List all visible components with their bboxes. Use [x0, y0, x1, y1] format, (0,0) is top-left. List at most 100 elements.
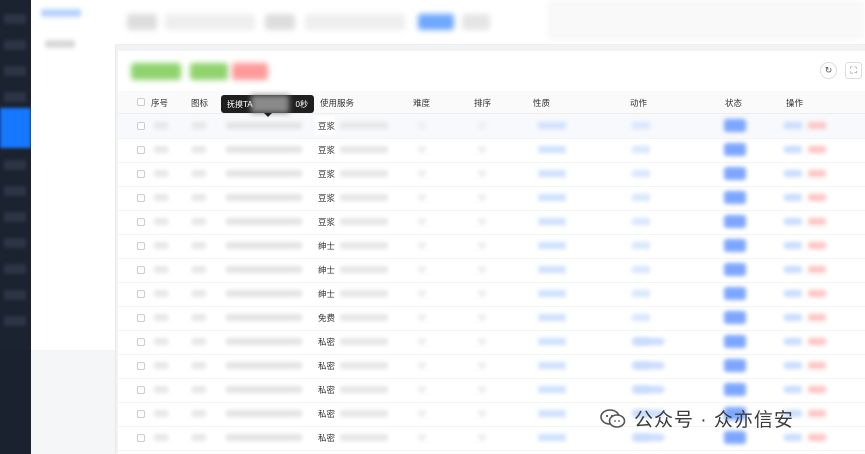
row-delete-link[interactable] — [808, 410, 826, 417]
table-row[interactable]: 豆浆 — [118, 138, 865, 163]
table-row[interactable]: 豆浆 — [118, 210, 865, 235]
reset-button[interactable] — [462, 14, 490, 30]
row-edit-link[interactable] — [784, 290, 802, 297]
row-checkbox[interactable] — [137, 434, 145, 442]
row-edit-link[interactable] — [784, 122, 802, 129]
row-checkbox[interactable] — [137, 122, 145, 130]
row-checkbox[interactable] — [137, 410, 145, 418]
nav-item[interactable] — [4, 264, 26, 274]
row-status[interactable] — [724, 239, 746, 252]
row-checkbox[interactable] — [137, 362, 145, 370]
row-edit-link[interactable] — [784, 242, 802, 249]
select-all-checkbox[interactable] — [137, 98, 145, 106]
table-row[interactable]: 绅士 — [118, 282, 865, 307]
delete-button[interactable] — [232, 63, 268, 80]
fullscreen-icon[interactable]: ⛶ — [845, 62, 862, 79]
add-button[interactable] — [131, 63, 181, 80]
row-nature — [538, 170, 566, 177]
col-service[interactable]: 使用服务 — [320, 97, 354, 109]
row-checkbox[interactable] — [137, 218, 145, 226]
table-row[interactable]: 私密 — [118, 354, 865, 379]
row-delete-link[interactable] — [808, 362, 826, 369]
sub-sidebar-item[interactable] — [45, 40, 75, 48]
row-delete-link[interactable] — [808, 170, 826, 177]
row-delete-link[interactable] — [808, 146, 826, 153]
row-checkbox[interactable] — [137, 386, 145, 394]
row-checkbox[interactable] — [137, 242, 145, 250]
nav-item[interactable] — [4, 14, 26, 24]
nav-item[interactable] — [4, 290, 26, 300]
col-difficulty[interactable]: 难度 — [413, 97, 430, 109]
row-status[interactable] — [724, 311, 746, 324]
col-index[interactable]: 序号 — [151, 97, 168, 109]
col-nature[interactable]: 性质 — [533, 97, 550, 109]
row-delete-link[interactable] — [808, 242, 826, 249]
row-status[interactable] — [724, 359, 746, 372]
row-edit-link[interactable] — [784, 362, 802, 369]
edit-button[interactable] — [190, 63, 228, 80]
col-sort[interactable]: 排序 — [474, 97, 491, 109]
row-checkbox[interactable] — [137, 266, 145, 274]
row-status[interactable] — [724, 167, 746, 180]
refresh-icon[interactable]: ↻ — [820, 62, 837, 79]
row-edit-link[interactable] — [784, 434, 802, 441]
row-checkbox[interactable] — [137, 314, 145, 322]
col-icon[interactable]: 图标 — [191, 97, 208, 109]
table-row[interactable]: 绅士 — [118, 258, 865, 283]
row-status[interactable] — [724, 287, 746, 300]
row-delete-link[interactable] — [808, 218, 826, 225]
row-delete-link[interactable] — [808, 338, 826, 345]
row-edit-link[interactable] — [784, 170, 802, 177]
nav-item[interactable] — [4, 238, 26, 248]
row-checkbox[interactable] — [137, 338, 145, 346]
row-status[interactable] — [724, 335, 746, 348]
filter-select[interactable] — [305, 14, 405, 30]
row-edit-link[interactable] — [784, 194, 802, 201]
table-row[interactable]: 绅士 — [118, 234, 865, 259]
sub-sidebar-item-active[interactable] — [41, 9, 81, 17]
nav-item[interactable] — [4, 316, 26, 326]
col-action[interactable]: 动作 — [630, 97, 647, 109]
row-checkbox[interactable] — [137, 290, 145, 298]
row-edit-link[interactable] — [784, 266, 802, 273]
col-operations[interactable]: 操作 — [786, 97, 803, 109]
table-row[interactable]: 豆浆 — [118, 162, 865, 187]
row-checkbox[interactable] — [137, 194, 145, 202]
table-row[interactable]: 豆浆 — [118, 114, 865, 139]
nav-item[interactable] — [4, 92, 26, 102]
row-delete-link[interactable] — [808, 386, 826, 393]
row-delete-link[interactable] — [808, 314, 826, 321]
row-edit-link[interactable] — [784, 338, 802, 345]
row-status[interactable] — [724, 263, 746, 276]
row-status[interactable] — [724, 215, 746, 228]
nav-item[interactable] — [4, 66, 26, 76]
nav-item[interactable] — [4, 186, 26, 196]
row-status[interactable] — [724, 383, 746, 396]
row-status[interactable] — [724, 191, 746, 204]
table-row[interactable]: 免费 — [118, 306, 865, 331]
row-edit-link[interactable] — [784, 146, 802, 153]
table-row[interactable]: 豆浆 — [118, 186, 865, 211]
nav-item[interactable] — [4, 160, 26, 170]
search-button[interactable] — [418, 14, 454, 30]
nav-item[interactable] — [4, 40, 26, 50]
table-row[interactable]: 私密 — [118, 378, 865, 403]
row-status[interactable] — [724, 143, 746, 156]
row-edit-link[interactable] — [784, 314, 802, 321]
row-delete-link[interactable] — [808, 434, 826, 441]
row-edit-link[interactable] — [784, 218, 802, 225]
col-status[interactable]: 状态 — [725, 97, 742, 109]
row-delete-link[interactable] — [808, 194, 826, 201]
row-checkbox[interactable] — [137, 170, 145, 178]
table-row[interactable]: 私密 — [118, 330, 865, 355]
row-status[interactable] — [724, 431, 746, 444]
nav-item-active[interactable] — [0, 108, 31, 148]
row-checkbox[interactable] — [137, 146, 145, 154]
row-edit-link[interactable] — [784, 386, 802, 393]
row-delete-link[interactable] — [808, 122, 826, 129]
filter-input[interactable] — [165, 14, 255, 30]
nav-item[interactable] — [4, 212, 26, 222]
row-delete-link[interactable] — [808, 290, 826, 297]
row-status[interactable] — [724, 119, 746, 132]
row-delete-link[interactable] — [808, 266, 826, 273]
